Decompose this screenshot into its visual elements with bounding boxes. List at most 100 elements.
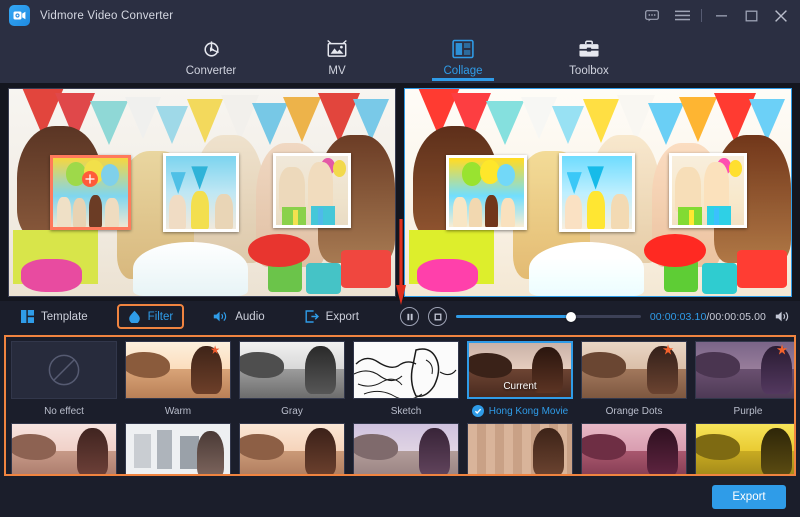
tab-toolbox-label: Toolbox xyxy=(569,65,609,77)
collage-cell-1[interactable] xyxy=(50,155,131,230)
filter-item[interactable]: No effect xyxy=(11,341,117,421)
tab-export-edit[interactable]: Export xyxy=(296,306,368,327)
filter-preview-art xyxy=(582,342,686,398)
filter-panel: No effect Warm xyxy=(4,335,796,476)
filter-label: Purple xyxy=(695,401,796,421)
tab-template[interactable]: Template xyxy=(12,306,97,327)
check-icon xyxy=(472,405,484,417)
tab-toolbox[interactable]: Toolbox xyxy=(552,34,626,77)
filter-item[interactable]: Orange Dots xyxy=(581,341,687,421)
app-window: Vidmore Video Converter xyxy=(0,0,800,517)
filter-item[interactable] xyxy=(239,423,345,476)
tab-template-label: Template xyxy=(41,311,88,323)
filter-item[interactable]: Purple xyxy=(695,341,796,421)
stop-button[interactable] xyxy=(428,307,447,326)
collage-output-canvas xyxy=(405,89,791,296)
filter-item[interactable] xyxy=(467,423,573,476)
filter-item[interactable] xyxy=(353,423,459,476)
collage-canvas xyxy=(9,89,395,296)
filter-item[interactable] xyxy=(125,423,231,476)
footer-bar: Export xyxy=(0,477,800,517)
total-time: /00:00:05.00 xyxy=(706,311,766,323)
filter-thumbnail-yellow[interactable] xyxy=(695,423,796,476)
filter-label-selected: Hong Kong Movie xyxy=(467,401,573,421)
converter-icon xyxy=(201,38,222,60)
filter-thumbnail-peach[interactable] xyxy=(239,423,345,476)
filter-thumbnail-city[interactable] xyxy=(125,423,231,476)
collage-output-cell-1[interactable] xyxy=(446,155,527,230)
app-title: Vidmore Video Converter xyxy=(40,10,173,22)
filter-label: Sketch xyxy=(353,401,459,421)
filter-thumbnail-purple[interactable] xyxy=(695,341,796,399)
filter-item[interactable] xyxy=(11,423,117,476)
audio-icon xyxy=(213,310,228,323)
filter-icon xyxy=(128,310,141,323)
collage-output-cell-2[interactable] xyxy=(559,153,634,232)
move-handle-icon[interactable] xyxy=(82,171,98,187)
filter-item-selected[interactable]: Current Hong Kong Movie xyxy=(467,341,573,421)
tab-audio-label: Audio xyxy=(235,311,264,323)
filter-item[interactable]: Gray xyxy=(239,341,345,421)
collage-cell-3[interactable] xyxy=(273,153,350,228)
current-filter-tag: Current xyxy=(469,381,571,392)
export-icon xyxy=(305,310,319,323)
collage-output-sub-images xyxy=(405,89,791,296)
current-time: 00:00:03.10 xyxy=(650,311,707,323)
tab-mv[interactable]: MV xyxy=(300,34,374,77)
seek-handle[interactable] xyxy=(566,312,576,322)
tab-filter[interactable]: Filter xyxy=(119,306,183,327)
collage-sub-images xyxy=(9,89,395,296)
filter-label-text: Hong Kong Movie xyxy=(489,406,569,417)
feedback-icon[interactable] xyxy=(637,0,667,31)
edit-toolbar: Template Filter Audio xyxy=(0,301,800,332)
filter-item[interactable]: Sketch xyxy=(353,341,459,421)
filter-preview-art xyxy=(354,342,458,398)
filter-item[interactable] xyxy=(695,423,796,476)
tab-audio[interactable]: Audio xyxy=(204,306,273,327)
filter-item[interactable]: Warm xyxy=(125,341,231,421)
collage-cell-2[interactable] xyxy=(163,153,238,232)
volume-icon[interactable] xyxy=(775,310,790,323)
toolbox-icon xyxy=(578,38,600,60)
filter-thumbnail-warm[interactable] xyxy=(125,341,231,399)
tab-converter[interactable]: Converter xyxy=(174,34,248,77)
filter-item[interactable] xyxy=(581,423,687,476)
tab-collage[interactable]: Collage xyxy=(426,34,500,77)
no-effect-icon xyxy=(47,353,81,387)
filter-thumbnail-hong-kong-movie[interactable]: Current xyxy=(467,341,573,399)
filter-thumbnail-rose[interactable] xyxy=(11,423,117,476)
filter-preview-art xyxy=(240,342,344,398)
seek-slider[interactable] xyxy=(456,315,641,318)
tab-export-edit-label: Export xyxy=(326,311,359,323)
filter-label: Gray xyxy=(239,401,345,421)
close-icon[interactable] xyxy=(766,0,796,31)
source-preview[interactable] xyxy=(8,88,396,297)
collage-output-cell-3[interactable] xyxy=(669,153,746,228)
window-controls xyxy=(637,0,796,31)
filter-preview-art xyxy=(582,424,686,476)
filter-preview-art xyxy=(12,424,116,476)
minimize-icon[interactable] xyxy=(706,0,736,31)
filter-preview-art xyxy=(126,424,230,476)
filter-thumbnail-magenta[interactable] xyxy=(581,423,687,476)
filter-thumbnail-orange-dots[interactable] xyxy=(581,341,687,399)
filter-row-1: No effect Warm xyxy=(6,337,794,421)
maximize-icon[interactable] xyxy=(736,0,766,31)
filter-thumbnail-gray[interactable] xyxy=(239,341,345,399)
filter-thumbnail-mosaic[interactable] xyxy=(467,423,573,476)
filter-thumbnail-no-effect[interactable] xyxy=(11,341,117,399)
tab-converter-label: Converter xyxy=(186,65,237,77)
filter-thumbnail-sketch[interactable] xyxy=(353,341,459,399)
output-preview[interactable] xyxy=(404,88,792,297)
player-controls: 00:00:03.10/00:00:05.00 xyxy=(400,301,800,332)
menu-icon[interactable] xyxy=(667,0,697,31)
export-button[interactable]: Export xyxy=(712,485,786,509)
tab-collage-label: Collage xyxy=(444,65,483,77)
divider xyxy=(701,9,702,22)
pause-button[interactable] xyxy=(400,307,419,326)
time-display: 00:00:03.10/00:00:05.00 xyxy=(650,311,766,323)
seek-fill xyxy=(456,315,571,318)
filter-thumbnail-lavender[interactable] xyxy=(353,423,459,476)
filter-label: No effect xyxy=(11,401,117,421)
tab-mv-label: MV xyxy=(328,65,345,77)
